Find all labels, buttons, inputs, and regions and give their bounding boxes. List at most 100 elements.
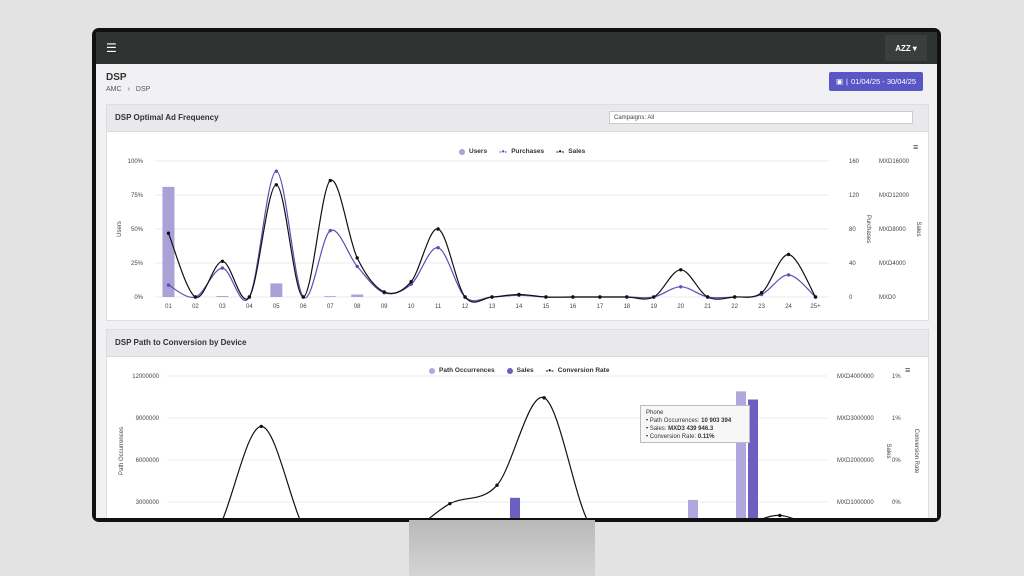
dev-y-right1-tick: MXD4000000 <box>837 374 874 380</box>
freq-x-tick: 19 <box>650 304 657 310</box>
freq-point-sales <box>598 295 602 299</box>
breadcrumb-item-amc[interactable]: AMC <box>106 86 122 93</box>
tooltip-conv-label: Conversion Rate: <box>649 434 697 440</box>
freq-x-tick: 23 <box>758 304 765 310</box>
dev-y-right2-tick: 1% <box>892 416 901 422</box>
dev-bar-sales <box>510 497 520 518</box>
freq-line-sales <box>167 179 817 303</box>
path-to-conversion-panel: DSP Path to Conversion by Device ≡ Path … <box>106 329 929 518</box>
chart-tooltip: Phone • Path Occurrences: 10 903 394 • S… <box>640 405 750 443</box>
freq-point-sales <box>409 280 413 284</box>
screen: ☰ AZZ ▾ DSP AMC › DSP ▣ | 01/04/25 - 30/… <box>96 32 937 518</box>
tooltip-conv-value: 0.11% <box>697 434 715 440</box>
freq-y-right1-tick: 160 <box>849 159 860 165</box>
freq-x-tick: 22 <box>731 304 738 310</box>
ad-frequency-panel-header: DSP Optimal Ad Frequency Campaigns: All <box>107 105 928 132</box>
freq-x-tick: 14 <box>516 304 523 310</box>
freq-x-tick: 07 <box>327 304 334 310</box>
hamburger-icon[interactable]: ☰ <box>106 40 117 56</box>
freq-point-sales <box>166 231 171 235</box>
dev-y-right2-tick: 0% <box>892 500 901 506</box>
freq-point-purchases <box>166 283 171 287</box>
freq-point-purchases <box>679 285 683 289</box>
freq-point-sales <box>274 183 279 187</box>
dev-bar-path-occurrences <box>688 499 698 518</box>
freq-point-sales <box>544 295 548 299</box>
freq-y-right1-tick: 40 <box>849 261 856 267</box>
freq-point-sales <box>220 259 225 263</box>
date-range-separator: | <box>846 77 848 86</box>
user-menu[interactable]: AZZ ▾ <box>885 35 927 61</box>
chevron-down-icon: ▾ <box>912 43 917 53</box>
freq-x-tick: 03 <box>219 304 226 310</box>
freq-x-tick: 16 <box>570 304 577 310</box>
dev-y-right2-tick: 0% <box>892 458 901 464</box>
freq-point-sales <box>517 292 521 297</box>
freq-x-tick: 15 <box>543 304 550 310</box>
dev-y-left-tick: 6000000 <box>136 458 160 464</box>
top-bar: ☰ AZZ ▾ <box>96 32 937 64</box>
path-panel-title: DSP Path to Conversion by Device <box>115 338 247 347</box>
freq-y-right2-tick: MXD0 <box>879 295 896 301</box>
freq-y-left-tick: 100% <box>128 159 144 165</box>
freq-point-sales <box>571 295 575 299</box>
monitor-stand <box>409 520 595 576</box>
freq-point-sales <box>247 295 252 299</box>
freq-x-tick: 18 <box>623 304 630 310</box>
freq-point-sales <box>813 295 818 299</box>
freq-bar-users <box>324 296 337 297</box>
tooltip-line-conv: • Conversion Rate: 0.11% <box>646 434 715 440</box>
dev-y-right2-label: Conversion Rate <box>913 429 919 474</box>
path-panel-header: DSP Path to Conversion by Device <box>107 330 928 357</box>
freq-point-sales <box>652 295 656 299</box>
freq-x-tick: 10 <box>408 304 415 310</box>
freq-x-tick: 06 <box>300 304 307 310</box>
freq-point-sales <box>436 227 440 231</box>
freq-x-tick: 13 <box>489 304 496 310</box>
breadcrumb: AMC › DSP <box>106 86 150 93</box>
dev-point-conversion-rate <box>778 513 782 518</box>
calendar-icon: ▣ <box>835 77 844 86</box>
freq-point-purchases <box>274 169 279 173</box>
tooltip-sales-value: MXD3 439 946.3 <box>668 426 714 432</box>
freq-point-sales <box>355 256 359 260</box>
dev-point-conversion-rate <box>495 483 499 487</box>
freq-x-tick: 12 <box>462 304 469 310</box>
date-range-button[interactable]: ▣ | 01/04/25 - 30/04/25 <box>829 72 923 91</box>
freq-y-right1-tick: 80 <box>849 227 856 233</box>
freq-x-tick: 17 <box>596 304 603 310</box>
main-content: DSP AMC › DSP ▣ | 01/04/25 - 30/04/25 DS… <box>96 64 937 518</box>
freq-bar-users <box>162 186 175 297</box>
campaign-select[interactable]: Campaigns: All <box>609 111 913 124</box>
freq-point-sales <box>490 295 494 299</box>
breadcrumb-item-dsp: DSP <box>135 86 151 93</box>
ad-frequency-chart: 0% 0 MXD0 25% 40 MXD4000 50% 80 MXD8000 75% 120 MXD… <box>117 159 921 310</box>
ad-frequency-panel: DSP Optimal Ad Frequency Campaigns: All … <box>106 104 929 321</box>
freq-y-left-label: Users <box>117 221 123 237</box>
ad-frequency-title: DSP Optimal Ad Frequency <box>115 113 219 122</box>
freq-x-tick: 24 <box>785 304 792 310</box>
freq-y-right2-tick: MXD12000 <box>879 193 910 199</box>
freq-x-tick: 02 <box>192 304 199 310</box>
freq-point-purchases <box>436 246 440 250</box>
dev-y-right1-label: Sales <box>885 443 891 458</box>
dev-point-conversion-rate <box>542 396 546 400</box>
freq-point-sales <box>301 295 305 299</box>
freq-y-right1-label: Purchases <box>865 215 871 243</box>
dev-point-conversion-rate <box>259 424 263 429</box>
tooltip-sales-label: Sales: <box>649 426 667 432</box>
tooltip-title: Phone <box>646 410 664 416</box>
breadcrumb-separator-icon: › <box>127 86 130 93</box>
dev-y-right1-tick: MXD2000000 <box>837 458 874 464</box>
freq-point-sales <box>625 295 629 299</box>
freq-bar-users <box>270 283 283 297</box>
freq-x-tick: 20 <box>677 304 684 310</box>
freq-y-left-tick: 75% <box>131 193 144 199</box>
freq-y-right2-tick: MXD4000 <box>879 261 906 267</box>
freq-x-tick: 04 <box>246 304 253 310</box>
freq-point-sales <box>328 178 332 183</box>
freq-y-left-tick: 25% <box>131 261 144 267</box>
freq-x-tick: 21 <box>704 304 711 310</box>
date-range-label: 01/04/25 - 30/04/25 <box>850 77 917 86</box>
freq-point-sales <box>382 290 386 294</box>
